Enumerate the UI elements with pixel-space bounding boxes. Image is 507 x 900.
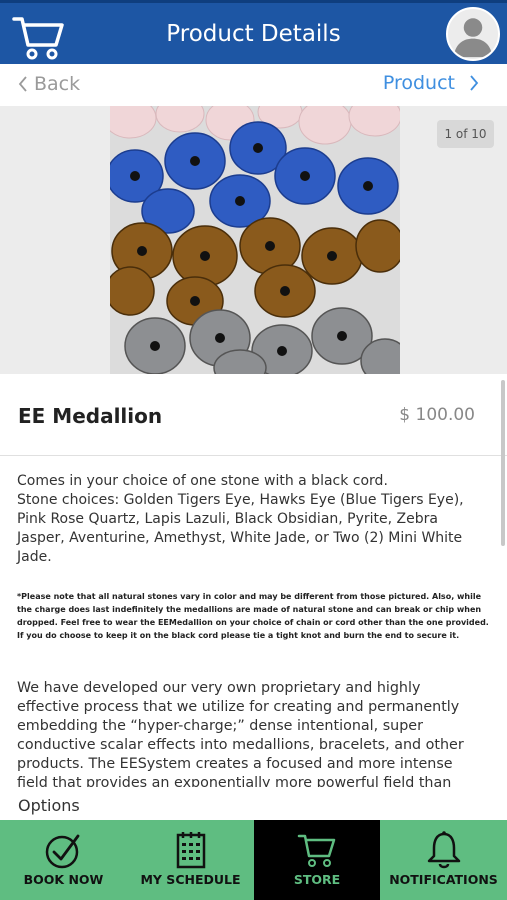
back-button[interactable]: Back [18, 73, 80, 95]
product-nav-button[interactable]: Product [383, 72, 479, 94]
page-title: Product Details [166, 21, 341, 47]
tab-notifications[interactable]: NOTIFICATIONS [380, 820, 507, 900]
product-name: EE Medallion [18, 404, 163, 428]
bottom-tab-bar: BOOK NOW MY SCHEDULE STORE NOTIFICATIONS [0, 820, 507, 900]
back-label: Back [34, 73, 81, 95]
header-bar: Product Details [0, 0, 507, 64]
tab-label: BOOK NOW [23, 872, 104, 887]
chevron-right-icon [470, 75, 479, 91]
description-paragraph: We have developed our very own proprieta… [17, 680, 464, 787]
tab-book-now[interactable]: BOOK NOW [0, 820, 127, 900]
product-price: $ 100.00 [399, 405, 475, 425]
cart-icon [297, 834, 336, 867]
options-heading[interactable]: Options [18, 796, 80, 815]
tab-label: NOTIFICATIONS [389, 872, 498, 887]
tab-label: STORE [293, 872, 341, 887]
disclaimer-note: *Please note that all natural stones var… [17, 592, 489, 640]
check-circle-icon [45, 834, 79, 869]
image-counter: 1 of 10 [437, 120, 494, 148]
product-image-gallery[interactable]: 1 of 10 [0, 106, 507, 374]
product-nav-label: Product [382, 72, 455, 94]
avatar[interactable] [446, 7, 500, 61]
nav-bar: Back Product [0, 64, 507, 106]
product-image[interactable] [110, 106, 400, 374]
description-line: Comes in your choice of one stone with a… [17, 473, 388, 489]
tab-label: MY SCHEDULE [140, 872, 241, 887]
chevron-left-icon [18, 76, 27, 92]
description-line: Stone choices: Golden Tigers Eye, Hawks … [17, 492, 464, 565]
tab-my-schedule[interactable]: MY SCHEDULE [127, 820, 254, 900]
calendar-icon [176, 832, 205, 869]
scrollbar[interactable] [501, 380, 505, 546]
bell-icon [427, 831, 460, 869]
product-title-row: EE Medallion $ 100.00 [0, 374, 507, 456]
tab-store[interactable]: STORE [254, 820, 380, 900]
product-description: Comes in your choice of one stone with a… [17, 472, 487, 567]
user-icon [453, 18, 493, 58]
